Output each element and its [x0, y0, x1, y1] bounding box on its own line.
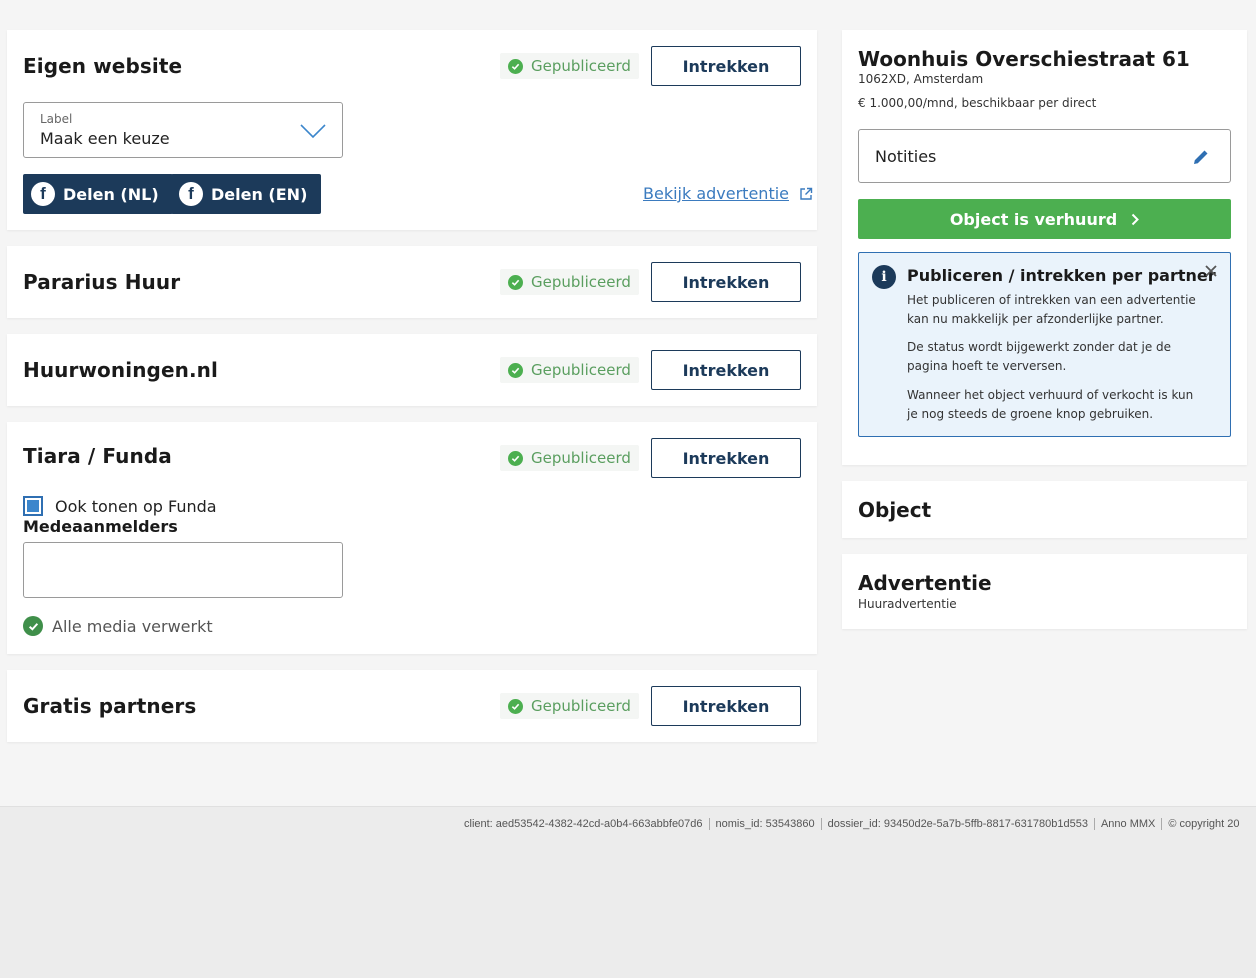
status-badge: Gepubliceerd [500, 269, 639, 295]
check-circle-icon [508, 450, 523, 466]
channel-title: Huurwoningen.nl [23, 358, 218, 382]
property-title: Woonhuis Overschiestraat 61 [858, 47, 1190, 71]
info-paragraph: Het publiceren of intrekken van een adve… [907, 293, 1196, 326]
footer-client: client: aed53542-4382-42cd-a0b4-663abbfe… [458, 818, 710, 830]
advert-section-title: Advertentie [858, 571, 992, 595]
share-nl-button[interactable]: f Delen (NL) [23, 174, 173, 214]
footer-copyright: © copyright 20 [1168, 818, 1240, 830]
notes-field[interactable]: Notities [858, 129, 1231, 183]
check-circle-icon [508, 58, 523, 74]
status-text: Gepubliceerd [531, 449, 631, 467]
withdraw-button[interactable]: Intrekken [651, 350, 801, 390]
withdraw-button[interactable]: Intrekken [651, 262, 801, 302]
channel-title: Tiara / Funda [23, 444, 172, 468]
channel-title: Gratis partners [23, 694, 197, 718]
label-select[interactable]: Label Maak een keuze [23, 102, 343, 158]
co-agents-input[interactable] [23, 542, 343, 598]
info-paragraph: Wanneer het object verhuurd of verkocht … [907, 388, 1194, 421]
chevron-down-icon [300, 123, 326, 143]
check-circle-icon [508, 362, 523, 378]
view-advert-label: Bekijk advertentie [643, 184, 789, 203]
withdraw-button[interactable]: Intrekken [651, 46, 801, 86]
external-link-icon [800, 187, 813, 200]
info-panel: i Publiceren / intrekken per partner Het… [858, 252, 1231, 437]
label-select-value: Maak een keuze [40, 129, 170, 148]
status-text: Gepubliceerd [531, 273, 631, 291]
footer-anno: Anno MMX [1095, 818, 1163, 830]
share-en-label: Delen (EN) [211, 184, 308, 204]
funda-checkbox[interactable] [23, 496, 43, 516]
info-paragraph: De status wordt bijgewerkt zonder dat je… [907, 340, 1172, 373]
footer-dossier: dossier_id: 93450d2e-5a7b-5ffb-8817-6317… [822, 818, 1095, 830]
check-circle-icon [23, 616, 43, 636]
property-price: € 1.000,00/mnd, beschikbaar per direct [858, 96, 1097, 110]
share-nl-label: Delen (NL) [63, 184, 159, 204]
advert-section-subtitle: Huuradvertentie [858, 597, 957, 611]
funda-checkbox-label: Ook tonen op Funda [55, 497, 217, 516]
status-badge: Gepubliceerd [500, 445, 639, 471]
status-badge: Gepubliceerd [500, 357, 639, 383]
facebook-icon: f [179, 182, 203, 206]
pencil-icon[interactable] [1192, 148, 1210, 166]
notes-label: Notities [875, 147, 937, 166]
property-address: 1062XD, Amsterdam [858, 72, 984, 86]
share-en-button[interactable]: f Delen (EN) [171, 174, 322, 214]
chevron-right-icon [1131, 213, 1140, 225]
withdraw-button[interactable]: Intrekken [651, 438, 801, 478]
object-rented-label: Object is verhuurd [949, 209, 1118, 229]
object-rented-button[interactable]: Object is verhuurd [858, 199, 1231, 239]
check-circle-icon [508, 274, 523, 290]
footer-nomis: nomis_id: 53543860 [710, 818, 822, 830]
footer-meta: client: aed53542-4382-42cd-a0b4-663abbfe… [458, 816, 1245, 832]
view-advert-link[interactable]: Bekijk advertentie [643, 184, 813, 203]
check-circle-icon [508, 698, 523, 714]
channel-title: Pararius Huur [23, 270, 181, 294]
channel-title: Eigen website [23, 54, 183, 78]
object-section-title: Object [858, 498, 932, 522]
status-text: Gepubliceerd [531, 361, 631, 379]
info-icon: i [872, 265, 896, 289]
status-badge: Gepubliceerd [500, 53, 639, 79]
main-area: Eigen website Gepubliceerd Intrekken Lab… [0, 0, 1256, 806]
label-select-caption: Label [40, 112, 73, 126]
withdraw-button[interactable]: Intrekken [651, 686, 801, 726]
info-title: Publiceren / intrekken per partner [907, 266, 1216, 285]
close-icon[interactable] [1205, 265, 1217, 277]
status-text: Gepubliceerd [531, 57, 631, 75]
facebook-icon: f [31, 182, 55, 206]
co-agents-label: Medeaanmelders [23, 517, 178, 536]
status-text: Gepubliceerd [531, 697, 631, 715]
status-badge: Gepubliceerd [500, 693, 639, 719]
media-status: Alle media verwerkt [52, 617, 213, 636]
